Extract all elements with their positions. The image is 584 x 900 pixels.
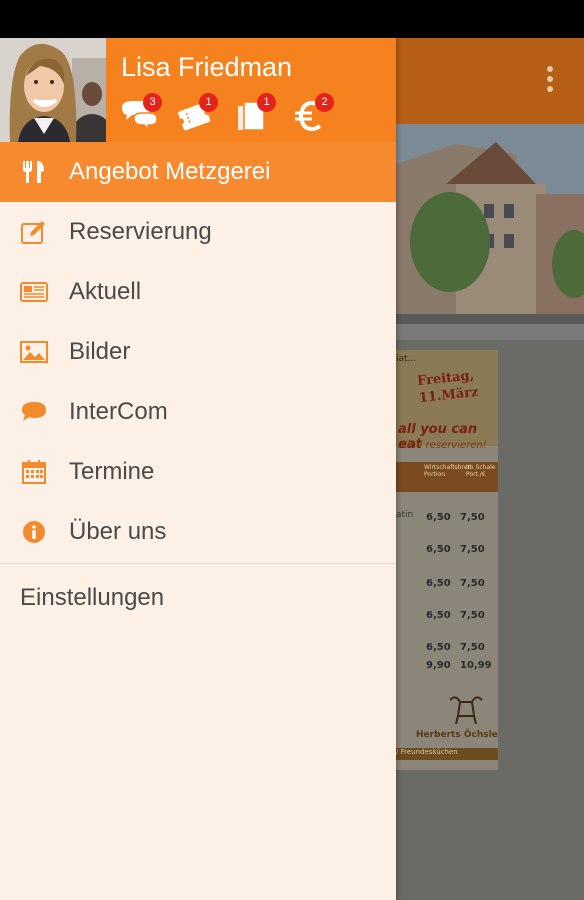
image-icon: [20, 341, 48, 363]
flyer-footer: / Freundesküchen: [396, 748, 498, 760]
flyer-column-header: Wirtschaftsbrett Portion Im Schale Port.…: [396, 462, 498, 492]
navigation-drawer: Lisa Friedman 3 1 1 2 Angebot Metzgerei …: [0, 38, 396, 900]
coupons-badge: 1: [199, 93, 218, 112]
newspaper-icon: [20, 282, 48, 302]
calendar-icon: [22, 460, 46, 484]
documents-badge: 1: [257, 93, 276, 112]
messages-button[interactable]: 3: [120, 93, 162, 134]
menu-item-intercom[interactable]: InterCom: [0, 382, 396, 442]
documents-button[interactable]: 1: [234, 93, 276, 134]
flyer-col-head-1: Wirtschaftsbrett Portion: [424, 464, 473, 478]
menu-item-aktuell[interactable]: Aktuell: [0, 262, 396, 322]
flyer-price-row: 6,50 7,50: [426, 544, 485, 555]
overflow-menu-icon[interactable]: [540, 66, 560, 96]
menu-divider: [0, 563, 396, 564]
flyer-header: iat... Freitag, 11.März all you can eat …: [396, 350, 498, 452]
menu-item-ueber-uns[interactable]: Über uns: [0, 502, 396, 562]
status-bar: [0, 0, 584, 38]
menu-label: Termine: [69, 458, 155, 485]
menu-item-reservierung[interactable]: Reservierung: [0, 202, 396, 262]
chat-bubble-icon: [22, 402, 46, 421]
flyer-price-row: 9,90 10,99: [426, 660, 492, 671]
edit-icon: [21, 221, 45, 244]
menu-label: Bilder: [69, 338, 131, 365]
menu-item-termine[interactable]: Termine: [0, 442, 396, 502]
settings-menu-item[interactable]: Einstellungen: [20, 572, 164, 624]
info-icon: [23, 521, 45, 543]
flyer-price-row: 6,50 7,50: [426, 512, 485, 523]
background-photo: [396, 124, 584, 340]
flyer-side-text: atin: [396, 510, 414, 520]
flyer-date: Freitag, 11.März: [416, 367, 479, 407]
messages-badge: 3: [143, 93, 162, 112]
flyer-price-row: 6,50 7,50: [426, 610, 485, 621]
flyer-col-head-2: Im Schale Port./€: [466, 464, 496, 478]
avatar[interactable]: [0, 38, 106, 142]
flyer-price-row: 6,50 7,50: [426, 578, 485, 589]
menu-label: InterCom: [69, 398, 168, 425]
user-name: Lisa Friedman: [121, 52, 293, 82]
ox-logo-icon: [449, 696, 483, 724]
menu-label: Über uns: [69, 518, 167, 545]
menu-label: Angebot Metzgerei: [69, 158, 271, 185]
payments-button[interactable]: 2: [292, 93, 334, 134]
background-flyer-area: iat... Freitag, 11.März all you can eat …: [396, 340, 584, 900]
flyer-price-row: 6,50 7,50: [426, 642, 485, 653]
menu-label: Aktuell: [69, 278, 142, 305]
menu-label: Reservierung: [69, 218, 212, 245]
drawer-header: Lisa Friedman 3 1 1 2: [0, 38, 396, 142]
flyer-logo-text: Herberts Öchsle: [416, 730, 498, 740]
flyer-partial-top: iat...: [396, 354, 417, 364]
flyer-subline: nline reservieren!: [398, 440, 487, 451]
cutlery-icon: [23, 161, 44, 183]
menu-item-bilder[interactable]: Bilder: [0, 322, 396, 382]
menu-item-angebot-metzgerei[interactable]: Angebot Metzgerei: [0, 142, 396, 202]
payments-badge: 2: [315, 93, 334, 112]
coupons-button[interactable]: 1: [176, 93, 218, 134]
menu-flyer: iat... Freitag, 11.März all you can eat …: [396, 350, 498, 770]
